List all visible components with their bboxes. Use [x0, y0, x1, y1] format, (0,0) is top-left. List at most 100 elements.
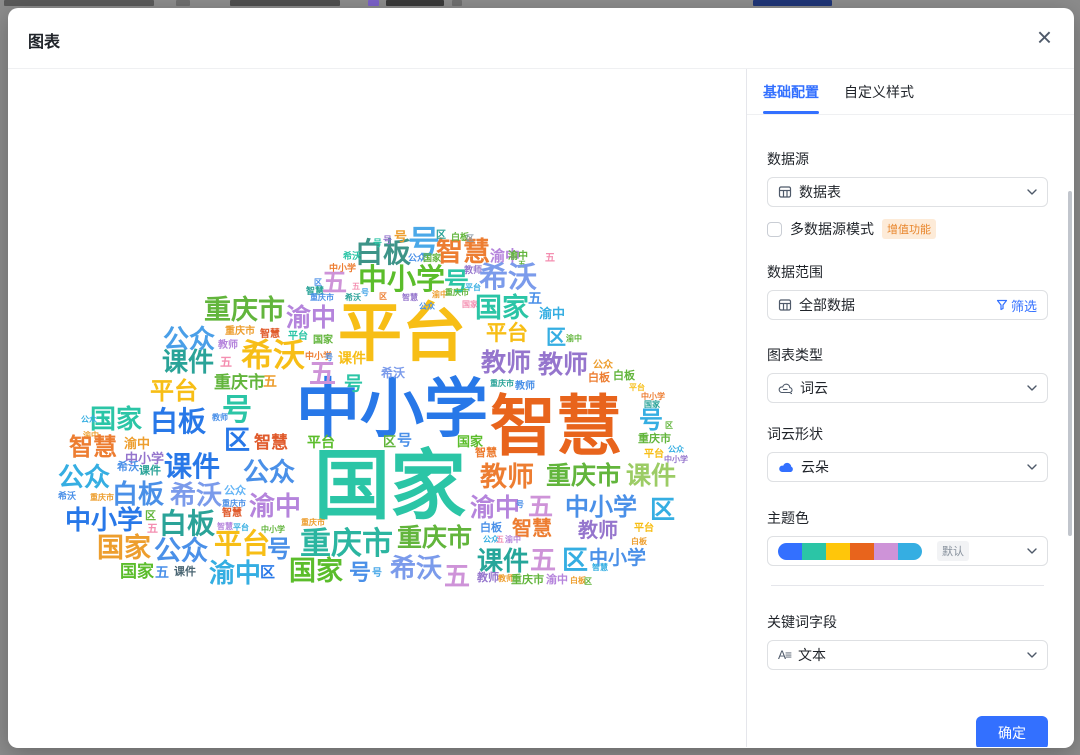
tab-basic-config[interactable]: 基础配置 [763, 69, 819, 114]
word-cloud-word: 课件 [139, 466, 161, 477]
theme-swatch [778, 543, 802, 560]
chart-type-label: 图表类型 [767, 345, 1048, 365]
word-cloud-word: 平台 [644, 450, 664, 460]
wordcloud-icon [778, 382, 793, 395]
keyword-field-value: 文本 [798, 645, 826, 665]
word-cloud-word: 五 [530, 547, 556, 573]
word-cloud-word: 重庆市 [301, 519, 325, 527]
theme-color-label: 主题色 [767, 508, 1048, 528]
keyword-field-select[interactable]: A≡ 文本 [767, 640, 1048, 670]
word-cloud-word: 平台 [465, 284, 481, 292]
scrollbar-thumb[interactable] [1068, 191, 1072, 536]
cloud-shape-label: 词云形状 [767, 424, 1048, 444]
filter-link[interactable]: 筛选 [996, 296, 1037, 315]
word-cloud-word: 重庆市 [214, 374, 265, 391]
cloud-shape-select[interactable]: 云朵 [767, 452, 1048, 482]
word-cloud-word: 区 [260, 565, 275, 580]
word-cloud-word: 公众 [419, 303, 435, 311]
word-cloud-word: 中小学 [261, 526, 285, 534]
word-cloud-word: 五 [309, 361, 336, 388]
word-cloud-word: 号 [373, 239, 382, 248]
word-cloud-word: 教师 [218, 341, 238, 351]
panel-tabbar: 基础配置 自定义样式 [747, 69, 1074, 115]
filter-label: 筛选 [1011, 296, 1037, 315]
word-cloud-word: 区 [383, 435, 396, 448]
word-cloud-word: 五 [545, 254, 555, 264]
word-cloud-word: 区 [650, 498, 675, 523]
tab-custom-style[interactable]: 自定义样式 [844, 69, 914, 114]
word-cloud-word: 智慧 [69, 436, 117, 460]
word-cloud-word: 号 [397, 433, 412, 448]
word-cloud-word: 国家 [97, 535, 151, 562]
background-fragment [4, 0, 154, 6]
chevron-down-icon [1027, 652, 1037, 658]
theme-swatches [778, 543, 922, 560]
word-cloud-word: 国家 [90, 406, 142, 432]
word-cloud-word: 渝中 [124, 437, 150, 450]
word-cloud-word: 重庆市 [490, 380, 514, 388]
word-cloud-word: 渝中 [286, 306, 336, 331]
chevron-down-icon [1027, 464, 1037, 470]
word-cloud-word: 国家 [314, 449, 466, 525]
theme-swatch [850, 543, 874, 560]
word-cloud-word: 国家 [423, 254, 441, 263]
data-source-select[interactable]: 数据表 [767, 177, 1048, 207]
theme-swatch [898, 543, 922, 560]
word-cloud-word: 号 [394, 230, 407, 243]
word-cloud-word: 中小学 [565, 496, 637, 520]
word-cloud-word: 白板 [112, 481, 164, 507]
table-icon [778, 185, 792, 199]
keyword-field-label: 关键词字段 [767, 612, 1048, 632]
word-cloud-word: 号 [361, 289, 369, 297]
data-source-value: 数据表 [799, 182, 841, 202]
multi-source-checkbox[interactable] [767, 222, 782, 237]
word-cloud-word: 智慧 [254, 434, 288, 451]
word-cloud-word: 教师 [515, 382, 535, 392]
word-cloud-word: 五 [352, 283, 360, 291]
word-cloud-word: 希沃 [241, 339, 305, 371]
word-cloud-word: 区 [562, 547, 588, 573]
chart-type-value: 词云 [800, 378, 828, 398]
word-cloud-word: 区 [436, 231, 446, 241]
chevron-down-icon [1027, 548, 1037, 554]
word-cloud-word: 重庆市 [397, 526, 472, 551]
default-badge: 默认 [937, 541, 969, 561]
word-cloud-word: 国家 [120, 563, 154, 580]
word-cloud-word: 区 [379, 293, 387, 301]
word-cloud-word: 课件 [626, 464, 676, 489]
close-icon[interactable]: × [1037, 22, 1052, 52]
data-range-select[interactable]: 全部数据 筛选 [767, 290, 1048, 320]
word-cloud-word: 五 [528, 291, 542, 305]
word-cloud-word: 重庆市 [310, 294, 334, 302]
word-cloud-word: 希沃 [381, 367, 405, 379]
word-cloud-word: 教师 [481, 351, 531, 376]
background-fragment [230, 0, 340, 6]
word-cloud-word: 智慧 [402, 294, 418, 302]
dialog-title: 图表 [28, 28, 60, 52]
background-page-strip [0, 0, 1080, 8]
word-cloud-word: 号 [349, 562, 371, 584]
word-cloud-word: 教师 [212, 414, 228, 422]
word-cloud-word: 国家 [289, 558, 343, 585]
filter-icon [996, 299, 1008, 311]
word-cloud-word: 平台 [214, 530, 270, 558]
chart-type-select[interactable]: 词云 [767, 373, 1048, 403]
background-fragment [368, 0, 379, 6]
word-cloud-word: 区 [665, 422, 673, 430]
word-cloud-word: 重庆市 [638, 434, 671, 445]
word-cloud-word: 智慧 [222, 509, 242, 519]
word-cloud-word: 区 [145, 511, 156, 522]
word-cloud-word: 希沃 [58, 492, 76, 501]
word-cloud-word: 公众 [593, 361, 613, 371]
theme-color-select[interactable]: 默认 [767, 536, 1048, 566]
word-cloud-word: 教师 [477, 573, 499, 584]
word-cloud-word: 五 [155, 565, 169, 579]
confirm-button[interactable]: 确定 [976, 716, 1048, 747]
data-range-value: 全部数据 [799, 295, 855, 315]
word-cloud: 平台中小学智慧国家重庆市白板号智慧号号号区白板区渝中渝中五五希沃公众国家中小学教… [52, 225, 732, 605]
word-cloud-word: 重庆市 [204, 297, 285, 324]
word-cloud-word: 五 [444, 563, 470, 589]
word-cloud-word: 教师 [480, 464, 534, 491]
word-cloud-word: 课件 [477, 548, 529, 574]
word-cloud-word: 公众 [243, 459, 295, 485]
